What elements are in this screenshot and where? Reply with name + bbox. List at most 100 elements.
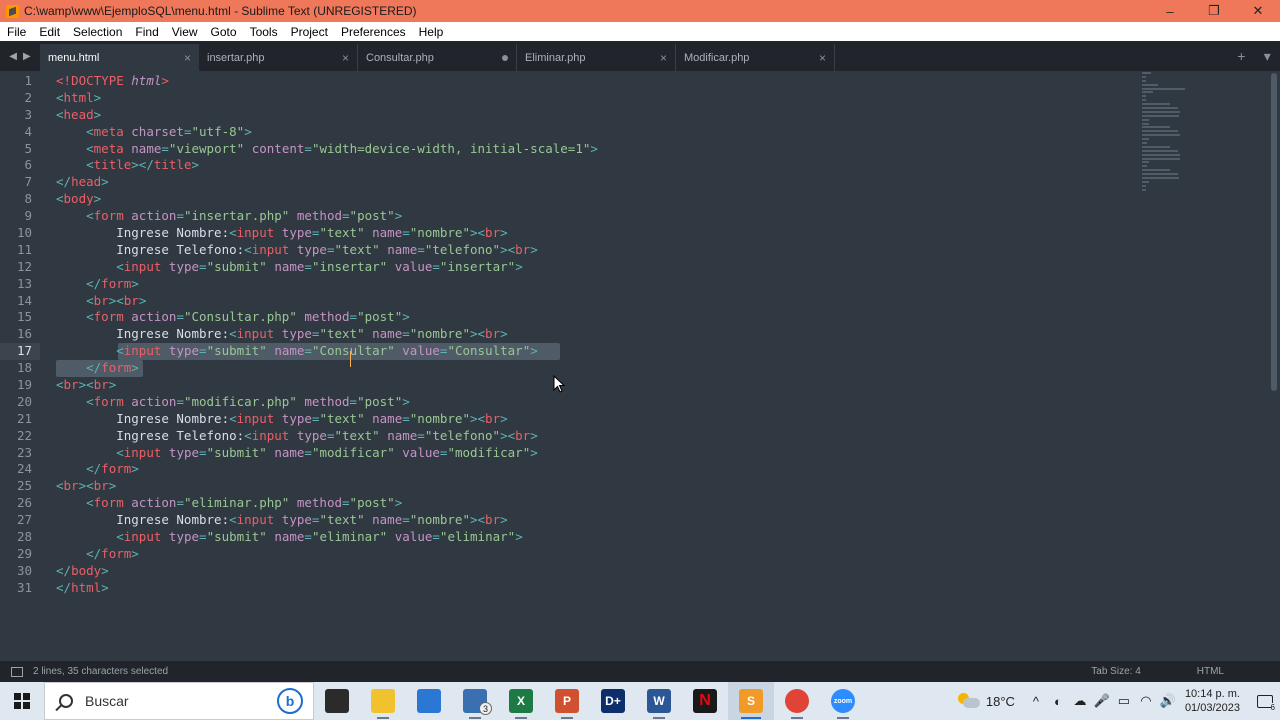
code-line[interactable]: Ingrese Nombre:<input type="text" name="… — [56, 326, 1136, 343]
tab-list-icon[interactable]: ▾ — [1264, 48, 1271, 65]
code-token: > — [530, 241, 538, 257]
minimize-button[interactable]: – — [1148, 4, 1192, 19]
maximize-button[interactable]: ❐ — [1192, 3, 1236, 19]
taskbar-mail[interactable]: 3 — [452, 682, 498, 720]
tab-next-icon[interactable]: ▶ — [23, 51, 31, 62]
taskbar-file-explorer[interactable] — [360, 682, 406, 720]
taskbar-powerpoint[interactable]: P — [544, 682, 590, 720]
minimap-line — [1142, 103, 1170, 106]
clock[interactable]: 10:14 p. m. 01/03/2023 — [1185, 687, 1240, 715]
code-line[interactable]: Ingrese Nombre:<input type="text" name="… — [56, 411, 1136, 428]
tab-eliminar-php[interactable]: Eliminar.php × — [517, 44, 676, 71]
code-line[interactable]: <br><br> — [56, 293, 1136, 310]
onedrive-icon[interactable]: ☁ — [1069, 693, 1091, 709]
menu-view[interactable]: View — [165, 25, 204, 39]
code-line[interactable]: <br><br> — [56, 478, 1136, 495]
code-line[interactable]: </html> — [56, 580, 1136, 597]
battery-icon[interactable]: ▭ — [1113, 693, 1135, 709]
code-editor[interactable]: 1 2 3 4 5 6 7 8 9 10 11 12 13 14 15 16 17 18 19 20 21 22 23 24 2… — [0, 71, 1268, 661]
show-hidden-icons-icon[interactable]: ^ — [1025, 694, 1047, 709]
wifi-icon[interactable]: ◠ — [1135, 693, 1157, 709]
menu-edit[interactable]: Edit — [32, 25, 66, 39]
weather-widget[interactable]: 18°C — [957, 693, 1015, 709]
tab-prev-icon[interactable]: ◀ — [9, 51, 17, 62]
code-line[interactable]: <title></title> — [56, 157, 1136, 174]
taskbar-search[interactable]: Buscar b — [44, 682, 314, 720]
close-button[interactable]: ✕ — [1236, 3, 1280, 19]
vertical-scrollbar[interactable] — [1268, 71, 1280, 661]
menu-help[interactable]: Help — [412, 25, 450, 39]
taskbar-microsoft-store[interactable] — [406, 682, 452, 720]
tab-menu-html[interactable]: menu.html × — [40, 44, 199, 71]
code-line[interactable]: </form> — [56, 276, 1136, 293]
code-line[interactable]: Ingrese Nombre:<input type="text" name="… — [56, 225, 1136, 242]
meet-now-icon[interactable]: ◐ — [1047, 694, 1069, 709]
code-line[interactable]: </form> — [56, 546, 1136, 563]
code-line[interactable]: <html> — [56, 90, 1136, 107]
syntax-status[interactable]: HTML — [1197, 666, 1224, 677]
volume-icon[interactable]: 🔊 — [1157, 693, 1179, 709]
menu-find[interactable]: Find — [128, 25, 164, 39]
taskbar-excel[interactable]: X — [498, 682, 544, 720]
code-line[interactable]: </body> — [56, 563, 1136, 580]
menu-goto[interactable]: Goto — [204, 25, 243, 39]
code-line[interactable]: <input type="submit" name="insertar" val… — [56, 259, 1136, 276]
code-line[interactable]: Ingrese Telefono:<input type="text" name… — [56, 242, 1136, 259]
code-line[interactable]: <body> — [56, 191, 1136, 208]
panel-toggle-icon[interactable] — [11, 666, 23, 677]
tab-close-icon[interactable]: × — [660, 51, 667, 65]
code-line[interactable]: <head> — [56, 107, 1136, 124]
bing-icon[interactable]: b — [277, 688, 303, 714]
code-line[interactable]: <input type="submit" name="modificar" va… — [56, 445, 1136, 462]
taskbar-task-view[interactable] — [314, 682, 360, 720]
code-token: value — [394, 258, 433, 274]
tab-modificar-php[interactable]: Modificar.php × — [676, 44, 835, 71]
taskbar-zoom[interactable]: zoom — [820, 682, 866, 720]
menu-preferences[interactable]: Preferences — [334, 25, 412, 39]
tab-size-status[interactable]: Tab Size: 4 — [1091, 666, 1140, 677]
taskbar-chrome[interactable] — [774, 682, 820, 720]
code-line[interactable]: <!DOCTYPE html> — [56, 73, 1136, 90]
code-line[interactable]: </head> — [56, 174, 1136, 191]
code-line[interactable]: <meta charset="utf-8"> — [56, 124, 1136, 141]
tab-close-icon[interactable]: × — [819, 51, 826, 65]
code-line[interactable]: <input type="submit" name="eliminar" val… — [56, 529, 1136, 546]
microphone-icon[interactable]: 🎤 — [1091, 693, 1113, 709]
code-line[interactable]: <form action="insertar.php" method="post… — [56, 208, 1136, 225]
new-tab-icon[interactable]: + — [1237, 48, 1245, 64]
tab-consultar-php[interactable]: Consultar.php — [358, 44, 517, 71]
code-area[interactable]: <!DOCTYPE html> <html> <head> <meta charse… — [56, 73, 1136, 597]
line-number: 18 — [16, 360, 32, 376]
tab-close-icon[interactable]: × — [184, 51, 191, 65]
notification-center[interactable]: 6 — [1250, 682, 1280, 720]
code-line[interactable]: </form> — [56, 360, 1136, 377]
code-line[interactable]: </form> — [56, 461, 1136, 478]
code-token: > — [131, 360, 139, 376]
code-line[interactable]: <meta name="viewport" content="width=dev… — [56, 141, 1136, 158]
taskbar-netflix[interactable]: N — [682, 682, 728, 720]
scrollbar-thumb[interactable] — [1271, 73, 1277, 391]
code-line[interactable]: <input type="submit" name="Consultar" va… — [56, 343, 1136, 360]
code-line[interactable]: Ingrese Nombre:<input type="text" name="… — [56, 512, 1136, 529]
menu-project[interactable]: Project — [284, 25, 334, 39]
taskbar-sublime-text[interactable]: S — [728, 682, 774, 720]
menu-selection[interactable]: Selection — [66, 25, 128, 39]
start-button[interactable] — [0, 682, 44, 720]
taskbar-word[interactable]: W — [636, 682, 682, 720]
line-number: 16 — [16, 326, 32, 342]
code-line[interactable]: <form action="modificar.php" method="pos… — [56, 394, 1136, 411]
menu-file[interactable]: File — [0, 25, 32, 39]
code-line[interactable]: <br><br> — [56, 377, 1136, 394]
code-line[interactable]: Ingrese Telefono:<input type="text" name… — [56, 428, 1136, 445]
tab-close-icon[interactable]: × — [342, 51, 349, 65]
tab-insertar-php[interactable]: insertar.php × — [199, 44, 358, 71]
unsaved-dot-icon[interactable] — [502, 54, 508, 61]
menu-tools[interactable]: Tools — [243, 25, 284, 39]
code-line[interactable]: <form action="Consultar.php" method="pos… — [56, 309, 1136, 326]
code-line[interactable]: <form action="eliminar.php" method="post… — [56, 495, 1136, 512]
taskbar-disney-plus[interactable]: D+ — [590, 682, 636, 720]
minimap[interactable] — [1142, 72, 1212, 191]
